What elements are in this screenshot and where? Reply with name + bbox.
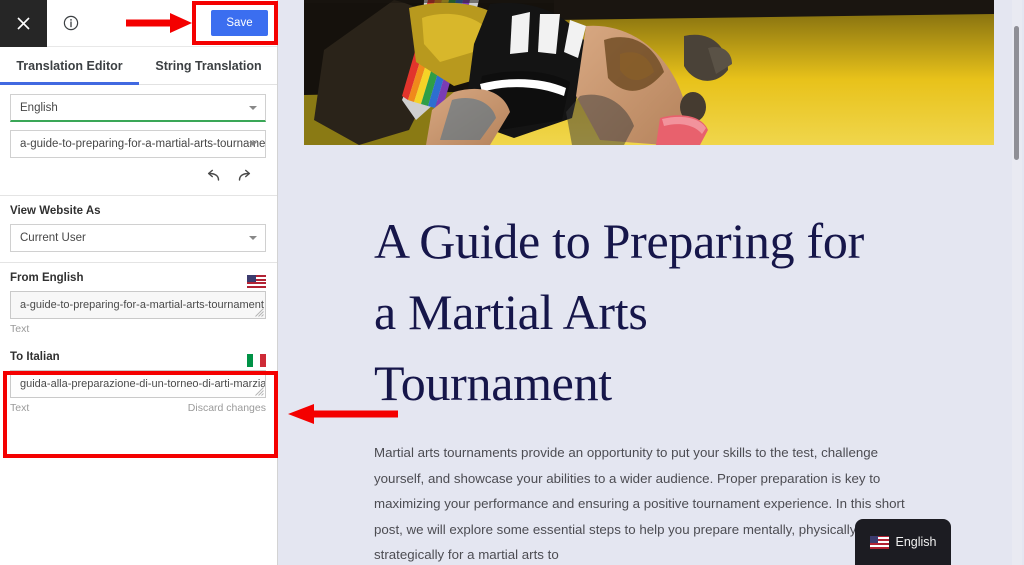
page-title: A Guide to Preparing for a Martial Arts …: [374, 213, 864, 411]
target-header: To Italian: [10, 351, 266, 370]
resize-grip-icon[interactable]: [255, 387, 264, 396]
tab-string-translation[interactable]: String Translation: [139, 47, 277, 84]
tab-translation-editor[interactable]: Translation Editor: [0, 47, 139, 85]
redo-icon[interactable]: [236, 167, 254, 185]
language-and-slug-section: English a-guide-to-preparing-for-a-marti…: [0, 85, 277, 196]
language-switcher-widget[interactable]: English: [855, 519, 951, 565]
resize-grip-icon[interactable]: [255, 308, 264, 317]
page-scrollbar-track[interactable]: [1012, 0, 1022, 565]
sidebar-topbar: Save: [0, 0, 277, 47]
tab-string-translation-label: String Translation: [155, 58, 262, 73]
close-icon[interactable]: [0, 0, 47, 47]
discard-changes-button[interactable]: Discard changes: [188, 402, 266, 414]
source-meta-label: Text: [10, 323, 30, 335]
target-text-value: guida-alla-preparazione-di-un-torneo-di-…: [20, 378, 266, 390]
chevron-down-icon: [249, 236, 257, 240]
website-preview: A Guide to Preparing for a Martial Arts …: [283, 0, 1024, 565]
flag-us-icon: [247, 275, 266, 288]
sidebar-tabs: Translation Editor String Translation: [0, 47, 277, 85]
source-header: From English: [10, 272, 266, 291]
chevron-down-icon: [249, 105, 257, 110]
source-meta-row: Text: [10, 323, 266, 335]
target-language-section: To Italian guida-alla-preparazione-di-un…: [0, 341, 277, 424]
post-body-paragraph: Martial arts tournaments provide an oppo…: [374, 445, 905, 562]
page-scrollbar-thumb[interactable]: [1014, 26, 1019, 160]
source-title: From English: [10, 272, 84, 284]
save-button[interactable]: Save: [211, 10, 268, 36]
app-root: Save Translation Editor String Translati…: [0, 0, 1024, 565]
source-language-section: From English a-guide-to-preparing-for-a-…: [0, 263, 277, 341]
slug-select-value: a-guide-to-preparing-for-a-martial-arts-…: [20, 138, 266, 150]
language-select-value: English: [20, 101, 58, 114]
view-website-as-section: View Website As Current User: [0, 196, 277, 263]
target-text-field[interactable]: guida-alla-preparazione-di-un-torneo-di-…: [10, 370, 266, 398]
target-title: To Italian: [10, 351, 60, 363]
chevron-down-icon: [249, 142, 257, 146]
tab-translation-editor-label: Translation Editor: [16, 58, 123, 73]
flag-us-icon: [869, 535, 889, 549]
language-select[interactable]: English: [10, 94, 266, 122]
source-text-value: a-guide-to-preparing-for-a-martial-arts-…: [20, 299, 264, 311]
view-website-as-title: View Website As: [10, 205, 101, 217]
source-text-field[interactable]: a-guide-to-preparing-for-a-martial-arts-…: [10, 291, 266, 319]
info-icon[interactable]: [47, 0, 95, 47]
flag-it-icon: [247, 354, 266, 367]
hero-image: [304, 0, 994, 145]
slug-select[interactable]: a-guide-to-preparing-for-a-martial-arts-…: [10, 130, 266, 158]
language-switcher-label: English: [895, 535, 937, 549]
target-meta-row: Text Discard changes: [10, 402, 266, 414]
undo-icon[interactable]: [204, 167, 222, 185]
view-website-as-select[interactable]: Current User: [10, 224, 266, 252]
target-meta-label: Text: [10, 402, 30, 414]
translation-editor-sidebar: Save Translation Editor String Translati…: [0, 0, 278, 565]
view-website-as-value: Current User: [20, 232, 86, 244]
history-controls: [10, 166, 267, 185]
